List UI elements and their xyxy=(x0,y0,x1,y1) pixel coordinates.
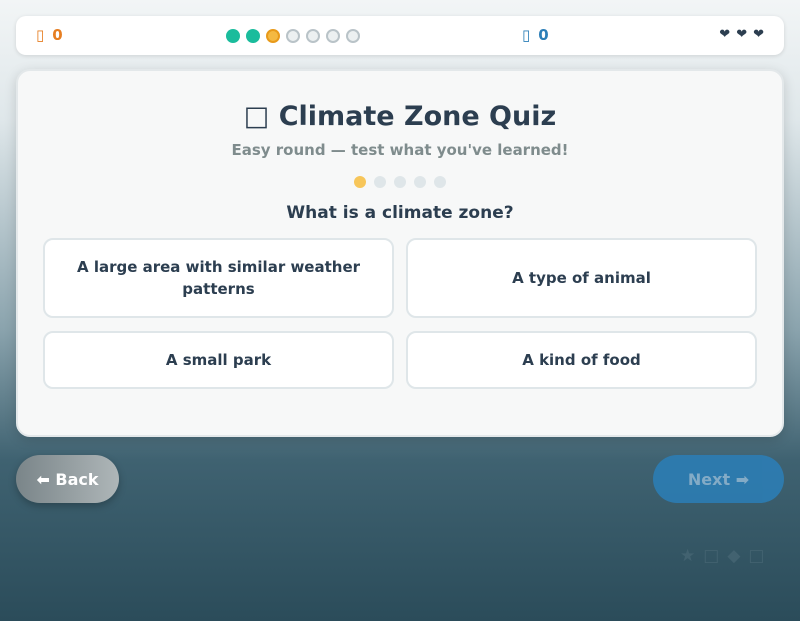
progress-dot-done xyxy=(246,29,260,43)
next-button[interactable]: Next ➡ xyxy=(653,455,784,503)
level-progress xyxy=(226,29,360,43)
lives: ❤ ❤ ❤ xyxy=(719,27,764,42)
question-dot-active xyxy=(354,176,366,188)
question-dot xyxy=(434,176,446,188)
question-dot xyxy=(414,176,426,188)
answer-option-3[interactable]: A small park xyxy=(43,331,394,389)
star-icon: ▯ xyxy=(522,26,531,44)
progress-dot-todo xyxy=(286,29,300,43)
coin-counter: ▯ 0 xyxy=(36,26,63,44)
answer-option-4[interactable]: A kind of food xyxy=(406,331,757,389)
top-hud-bar: ▯ 0 ▯ 0 ❤ ❤ ❤ xyxy=(16,16,784,55)
answer-option-2[interactable]: A type of animal xyxy=(406,238,757,318)
star-count: 0 xyxy=(538,26,549,44)
quiz-title-text: Climate Zone Quiz xyxy=(278,101,557,132)
star-icon: ★ xyxy=(680,546,696,566)
question-progress xyxy=(354,176,446,188)
progress-dot-todo xyxy=(346,29,360,43)
back-button[interactable]: ⬅ Back xyxy=(16,455,119,503)
box-icon: □ xyxy=(748,546,765,566)
quiz-card: □ Climate Zone Quiz Easy round — test wh… xyxy=(16,69,784,437)
answer-option-1[interactable]: A large area with similar weather patter… xyxy=(43,238,394,318)
progress-dot-todo xyxy=(306,29,320,43)
heart-icon: ❤ xyxy=(719,27,731,42)
box-icon: □ xyxy=(703,546,720,566)
star-counter: ▯ 0 xyxy=(522,26,549,44)
quiz-subtitle: Easy round — test what you've learned! xyxy=(231,141,569,159)
progress-dot-todo xyxy=(326,29,340,43)
quiz-title-icon: □ xyxy=(243,101,270,132)
coin-count: 0 xyxy=(52,26,63,44)
progress-dot-done xyxy=(226,29,240,43)
decorative-tray: ★ □ ◆ □ xyxy=(680,546,764,566)
progress-dot-current xyxy=(266,29,280,43)
diamond-icon: ◆ xyxy=(727,546,741,566)
heart-icon: ❤ xyxy=(753,27,764,42)
coin-icon: ▯ xyxy=(36,26,45,44)
question-text: What is a climate zone? xyxy=(286,203,514,223)
quiz-title: □ Climate Zone Quiz xyxy=(18,101,782,132)
heart-icon: ❤ xyxy=(736,27,748,42)
question-dot xyxy=(374,176,386,188)
question-dot xyxy=(394,176,406,188)
